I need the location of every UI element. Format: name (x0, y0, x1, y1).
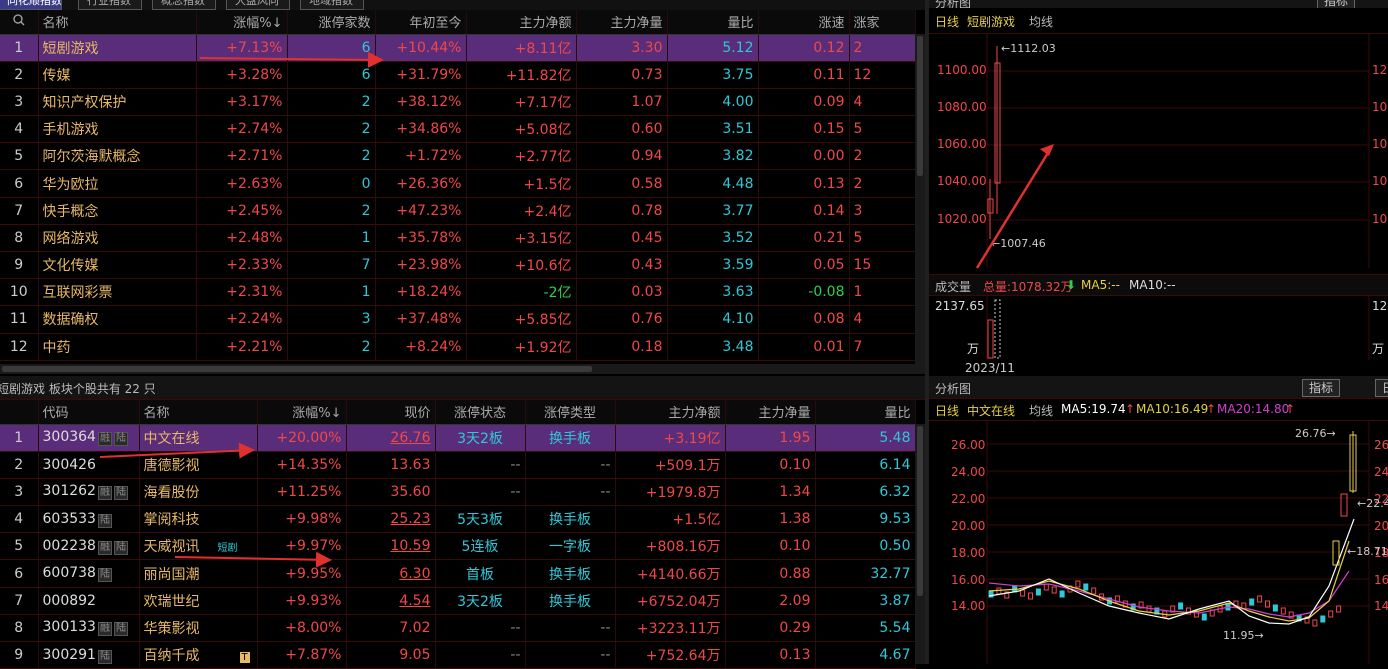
candle (1075, 580, 1081, 588)
down-arrow-icon: ⬇ (1066, 278, 1077, 292)
ma5-value: MA5:19.74 (1061, 402, 1126, 416)
candle (1035, 588, 1041, 596)
up-arrow-icon: ↑ (1206, 402, 1217, 416)
candle (1272, 604, 1278, 612)
up-arrow-icon: ↑ (1285, 402, 1296, 416)
candle (1051, 586, 1057, 594)
stock-name-label: 中文在线 (967, 404, 1016, 418)
candle (1020, 589, 1026, 597)
sector-kline: ←1112.03 ←1007.46 (975, 34, 1370, 269)
volume-title: 成交量 (935, 280, 972, 294)
candle (1028, 592, 1033, 600)
tab-daily-stock[interactable]: 日线 (935, 402, 959, 419)
ma10-value: MA10:16.49 (1136, 402, 1209, 416)
annotation-arrows (99, 51, 384, 568)
period-button[interactable]: 日 (1375, 379, 1388, 397)
candle (1059, 590, 1065, 598)
stock-high-label: 26.76→ (1295, 427, 1336, 440)
candle (1201, 613, 1207, 621)
candle (1249, 598, 1255, 606)
high-label: ←1112.03 (1001, 42, 1056, 55)
candle (1312, 619, 1318, 627)
tab-daily[interactable]: 日线 (935, 13, 959, 30)
sector-name-label: 短剧游戏 (967, 15, 1016, 29)
stock-kline: 26.76→ ←22.44 ←18.71 11.95→ (986, 421, 1388, 664)
low-label: ←1007.46 (991, 237, 1046, 250)
candle (1336, 605, 1342, 613)
panel-title: 分析图 (935, 0, 972, 8)
stock-label-p1: ←22.44 (1357, 497, 1388, 510)
candle (1091, 587, 1097, 595)
candle (1083, 583, 1089, 591)
stock-label-p2: ←18.71 (1347, 545, 1388, 558)
tab-ma-stock[interactable]: 均线 (1029, 402, 1053, 419)
candle (1257, 595, 1263, 603)
indicator-button[interactable]: 指标 (1317, 0, 1356, 8)
candle (1178, 602, 1184, 610)
candle (1320, 615, 1326, 623)
stock-low-label: 11.95→ (1223, 629, 1264, 642)
date-label: 2023/11 (965, 361, 1015, 375)
sector-volume-bars (986, 296, 1370, 360)
candle (1280, 607, 1286, 615)
volume-ma5: MA5:-- (1081, 278, 1120, 292)
candle (1043, 583, 1049, 591)
tab-ma[interactable]: 均线 (1029, 13, 1053, 30)
up-arrow-icon: ↑ (1125, 402, 1136, 416)
ma20-value: MA20:14.80 (1217, 402, 1290, 416)
sector-chart-panel: 分析图 指标 日线 短剧游戏 均线 1100.00 1080.00 1060.0… (929, 0, 1388, 376)
volume-ma10: MA10:-- (1129, 278, 1176, 292)
volume-total: 总量:1078.32万 (983, 280, 1073, 294)
indicator-button-stock[interactable]: 指标 (1302, 379, 1341, 397)
stock-chart-panel: 分析图 指标 日 日线 中文在线 均线 MA5:19.74 ↑ MA10:16.… (929, 376, 1388, 664)
candle (1328, 610, 1334, 618)
panel-title-stock: 分析图 (935, 382, 972, 396)
